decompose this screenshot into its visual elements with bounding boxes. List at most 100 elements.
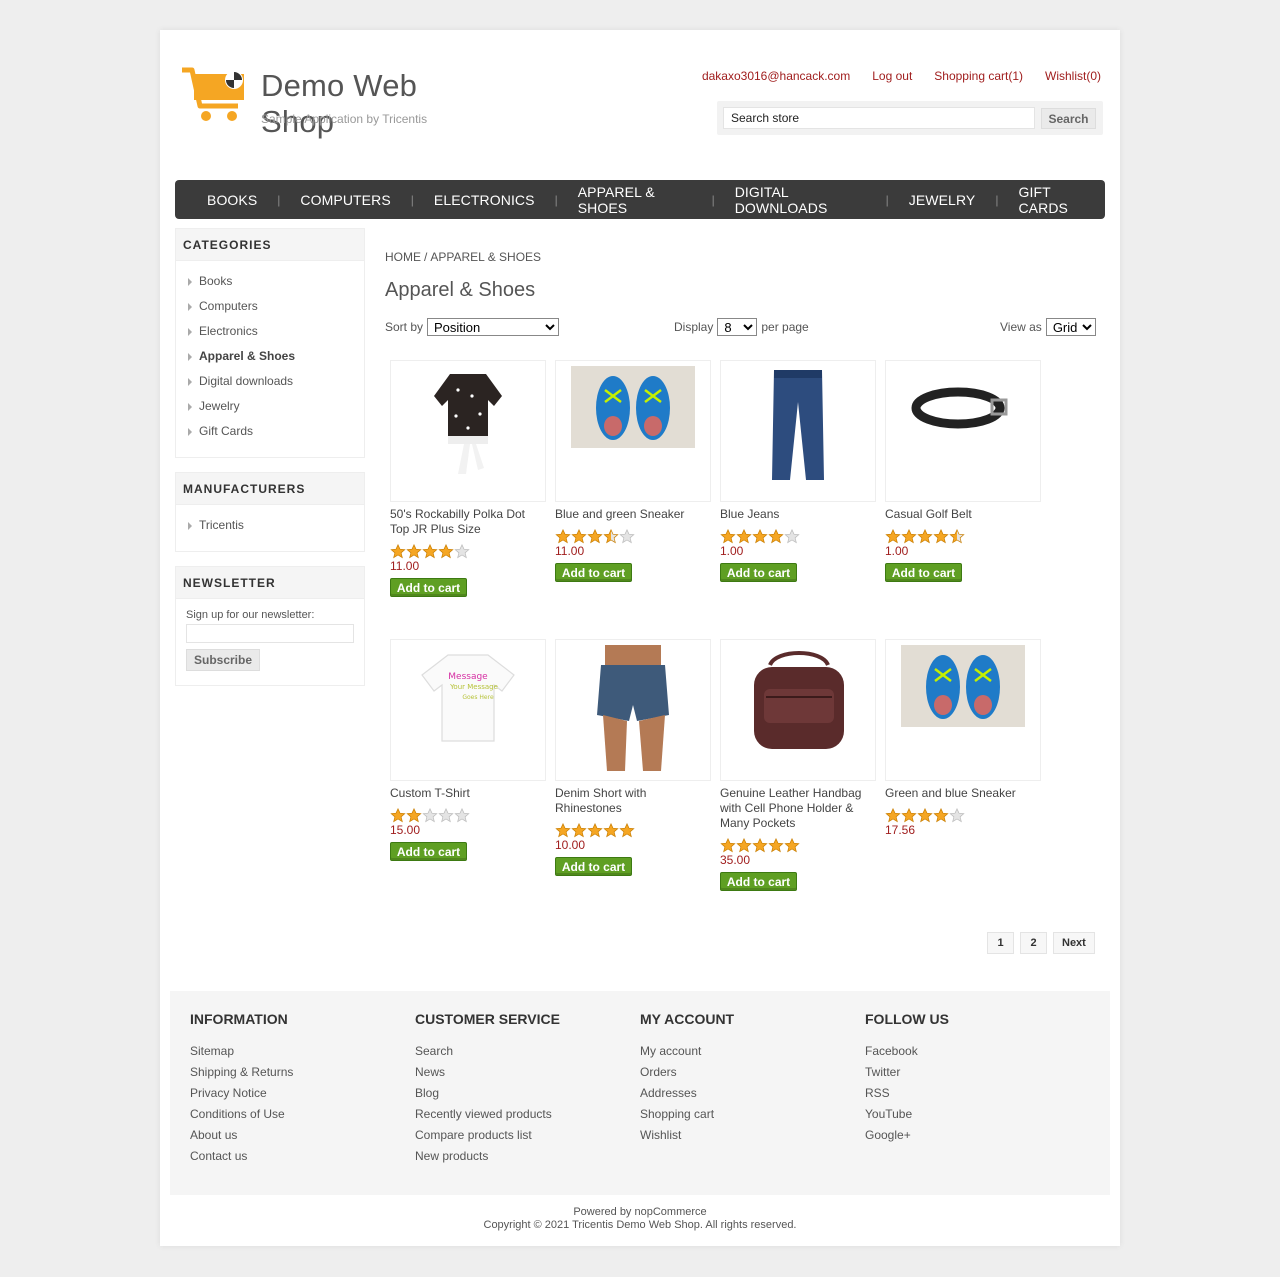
product-rating (555, 529, 711, 544)
search-box: Search (717, 101, 1103, 135)
rating-star-icon (901, 529, 917, 544)
categories-list: Books Computers Electronics Apparel & Sh… (176, 261, 364, 454)
product-title[interactable]: Genuine Leather Handbag with Cell Phone … (720, 786, 876, 831)
footer: INFORMATION Sitemap Shipping & Returns P… (170, 991, 1110, 1195)
add-to-cart-button[interactable]: Add to cart (555, 857, 632, 876)
rating-star-icon (438, 544, 454, 559)
product-rating (390, 544, 546, 559)
brand-name: Demo Web Shop (261, 68, 418, 139)
add-to-cart-button[interactable]: Add to cart (390, 842, 467, 861)
logout-link[interactable]: Log out (872, 69, 912, 83)
menu-apparel-shoes[interactable]: APPAREL & SHOES (566, 184, 704, 216)
product-image[interactable] (720, 360, 876, 502)
header-links: dakaxo3016@hancack.com Log out Shopping … (702, 69, 1101, 83)
rating-star-icon (454, 544, 470, 559)
footer-link-addresses[interactable]: Addresses (640, 1083, 840, 1104)
footer-link-wishlist[interactable]: Wishlist (640, 1125, 840, 1146)
site-logo[interactable]: Demo Web Shop Sample Application by Tric… (180, 66, 490, 139)
add-to-cart-button[interactable]: Add to cart (555, 563, 632, 582)
footer-link-conditions[interactable]: Conditions of Use (190, 1104, 390, 1125)
footer-link-my-account[interactable]: My account (640, 1041, 840, 1062)
menu-books[interactable]: BOOKS (195, 192, 269, 208)
footer-link-facebook[interactable]: Facebook (865, 1041, 1065, 1062)
sort-select[interactable]: Position (427, 318, 560, 336)
category-jewelry[interactable]: Jewelry (188, 394, 364, 419)
product-title[interactable]: Green and blue Sneaker (885, 786, 1041, 801)
pager-page-2[interactable]: 2 (1020, 932, 1047, 954)
add-to-cart-button[interactable]: Add to cart (885, 563, 962, 582)
category-books[interactable]: Books (188, 269, 364, 294)
shopping-cart-link[interactable]: Shopping cart(1) (934, 69, 1023, 83)
manufacturer-tricentis[interactable]: Tricentis (188, 513, 364, 538)
product-title[interactable]: Denim Short with Rhinestones (555, 786, 711, 816)
add-to-cart-button[interactable]: Add to cart (390, 578, 467, 597)
view-mode-select[interactable]: Grid (1045, 318, 1096, 336)
footer-link-shipping[interactable]: Shipping & Returns (190, 1062, 390, 1083)
account-email-link[interactable]: dakaxo3016@hancack.com (702, 69, 850, 83)
menu-gift-cards[interactable]: GIFT CARDS (1006, 184, 1105, 216)
wishlist-link[interactable]: Wishlist(0) (1045, 69, 1101, 83)
rating-star-icon (752, 529, 768, 544)
category-gift-cards[interactable]: Gift Cards (188, 419, 364, 444)
menu-separator: | (711, 192, 715, 207)
page-size-select[interactable]: 8 (717, 318, 758, 336)
powered-by-text[interactable]: Powered by nopCommerce (160, 1206, 1120, 1219)
product-title[interactable]: Blue Jeans (720, 507, 876, 522)
svg-text:Message: Message (448, 672, 488, 682)
display-label: Display (674, 320, 714, 334)
rating-star-icon (736, 529, 752, 544)
pager-next[interactable]: Next (1053, 932, 1095, 954)
search-button[interactable]: Search (1041, 108, 1096, 129)
add-to-cart-button[interactable]: Add to cart (720, 563, 797, 582)
category-computers[interactable]: Computers (188, 294, 364, 319)
rating-star-icon (571, 529, 587, 544)
footer-link-googleplus[interactable]: Google+ (865, 1125, 1065, 1146)
category-label: Computers (199, 299, 258, 313)
product-image[interactable] (555, 639, 711, 781)
footer-link-compare[interactable]: Compare products list (415, 1125, 615, 1146)
newsletter-email-input[interactable] (186, 624, 354, 643)
breadcrumb-home[interactable]: HOME (385, 250, 421, 264)
category-digital-downloads[interactable]: Digital downloads (188, 369, 364, 394)
footer-follow-us: FOLLOW US Facebook Twitter RSS YouTube G… (865, 1011, 1065, 1146)
footer-link-news[interactable]: News (415, 1062, 615, 1083)
menu-computers[interactable]: COMPUTERS (288, 192, 402, 208)
footer-link-new-products[interactable]: New products (415, 1146, 615, 1167)
footer-link-youtube[interactable]: YouTube (865, 1104, 1065, 1125)
product-image[interactable] (885, 639, 1041, 781)
rating-star-icon (619, 529, 635, 544)
product-card: Genuine Leather Handbag with Cell Phone … (720, 639, 876, 891)
footer-link-contact[interactable]: Contact us (190, 1146, 390, 1167)
product-title[interactable]: Casual Golf Belt (885, 507, 1041, 522)
display-control: Display 8 per page (674, 318, 809, 336)
menu-digital-downloads[interactable]: DIGITAL DOWNLOADS (723, 184, 878, 216)
footer-link-recently-viewed[interactable]: Recently viewed products (415, 1104, 615, 1125)
subscribe-button[interactable]: Subscribe (186, 649, 260, 671)
product-image[interactable]: Message Your Message Goes Here (390, 639, 546, 781)
footer-link-about[interactable]: About us (190, 1125, 390, 1146)
footer-link-blog[interactable]: Blog (415, 1083, 615, 1104)
footer-link-sitemap[interactable]: Sitemap (190, 1041, 390, 1062)
product-image[interactable] (555, 360, 711, 502)
product-title[interactable]: Custom T-Shirt (390, 786, 546, 801)
footer-link-privacy[interactable]: Privacy Notice (190, 1083, 390, 1104)
footer-link-search[interactable]: Search (415, 1041, 615, 1062)
search-input[interactable] (723, 107, 1035, 129)
product-image[interactable] (720, 639, 876, 781)
product-image[interactable] (885, 360, 1041, 502)
pager-page-1[interactable]: 1 (987, 932, 1014, 954)
footer-link-shopping-cart[interactable]: Shopping cart (640, 1104, 840, 1125)
menu-electronics[interactable]: ELECTRONICS (422, 192, 547, 208)
footer-link-rss[interactable]: RSS (865, 1083, 1065, 1104)
category-apparel-shoes[interactable]: Apparel & Shoes (188, 344, 364, 369)
menu-jewelry[interactable]: JEWELRY (897, 192, 988, 208)
product-image[interactable] (390, 360, 546, 502)
product-title[interactable]: Blue and green Sneaker (555, 507, 711, 522)
category-electronics[interactable]: Electronics (188, 319, 364, 344)
rating-star-icon (752, 838, 768, 853)
footer-link-orders[interactable]: Orders (640, 1062, 840, 1083)
copyright-text: Copyright © 2021 Tricentis Demo Web Shop… (483, 1219, 797, 1231)
footer-link-twitter[interactable]: Twitter (865, 1062, 1065, 1083)
product-title[interactable]: 50's Rockabilly Polka Dot Top JR Plus Si… (390, 507, 546, 537)
add-to-cart-button[interactable]: Add to cart (720, 872, 797, 891)
